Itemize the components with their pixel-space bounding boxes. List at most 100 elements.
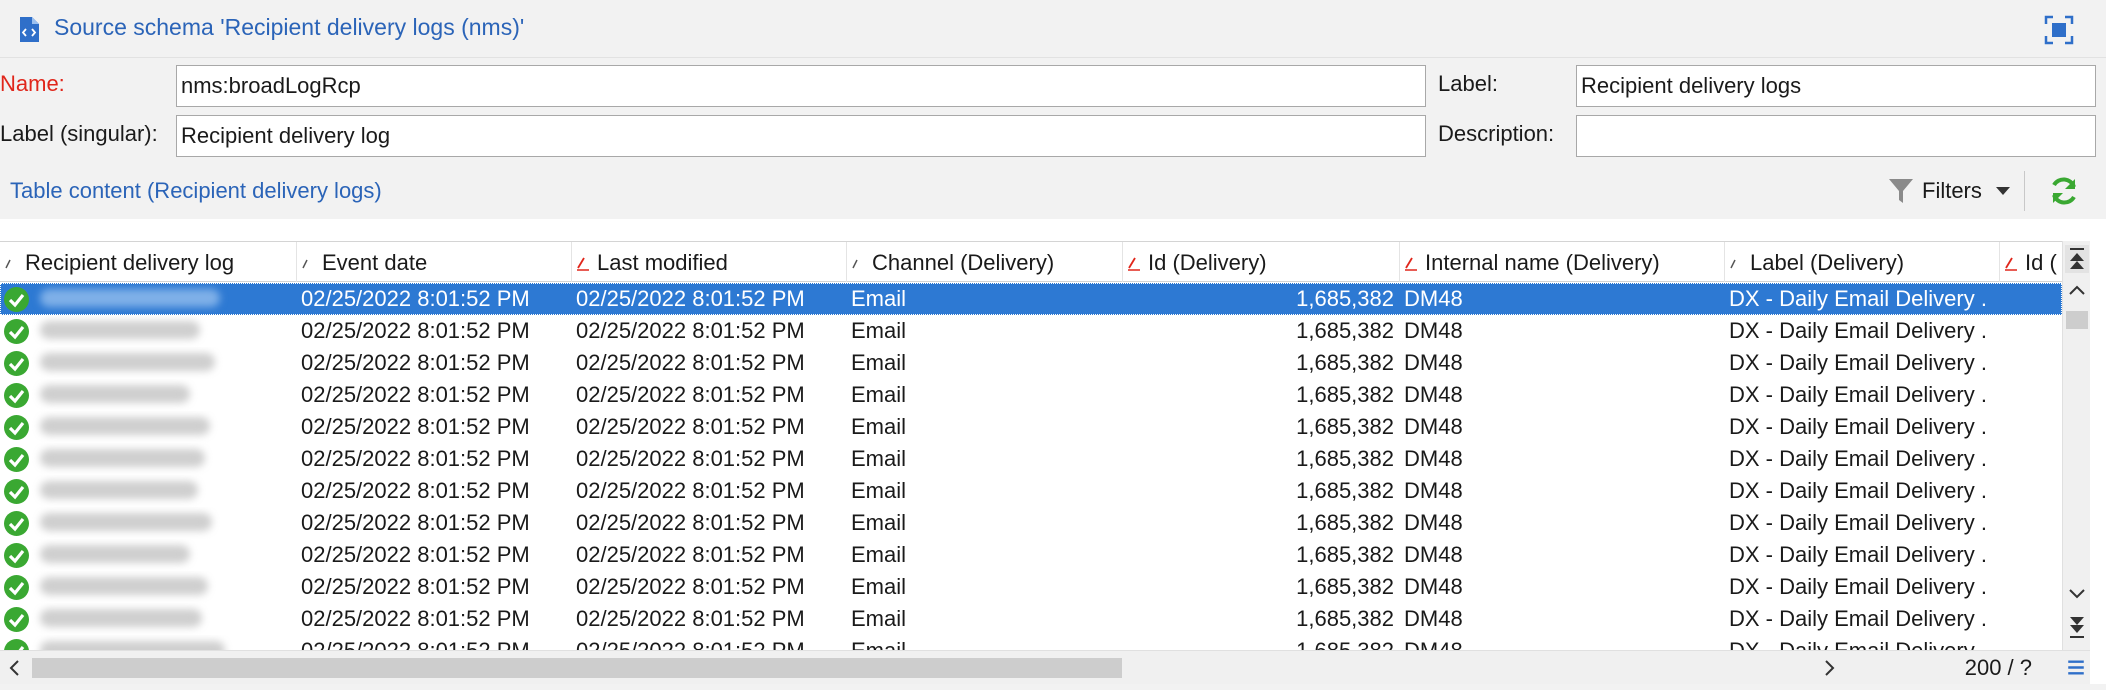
vertical-scrollbar[interactable] bbox=[2062, 241, 2090, 650]
redacted-recipient bbox=[40, 577, 208, 595]
cell-internal-name: DM48 bbox=[1404, 478, 1463, 503]
data-grid: Recipient delivery log Event date Last m… bbox=[0, 241, 2090, 650]
redacted-recipient bbox=[40, 289, 220, 307]
column-header-channel[interactable]: Channel (Delivery) bbox=[847, 242, 1123, 282]
grid-body: 02/25/2022 8:01:52 PM 02/25/2022 8:01:52 … bbox=[0, 283, 2062, 650]
cell-recipient bbox=[0, 379, 297, 411]
cell-event-date: 02/25/2022 8:01:52 PM bbox=[301, 382, 530, 407]
column-header-internal-name[interactable]: Internal name (Delivery) bbox=[1400, 242, 1725, 282]
cell-last-modified: 02/25/2022 8:01:52 PM bbox=[576, 382, 805, 407]
cell-delivery-label: DX - Daily Email Delivery . bbox=[1729, 606, 1987, 631]
scroll-up-icon[interactable] bbox=[2065, 279, 2089, 303]
redacted-recipient bbox=[40, 417, 210, 435]
cell-channel: Email bbox=[851, 318, 907, 343]
scroll-down-icon[interactable] bbox=[2065, 581, 2089, 605]
cell-internal-name: DM48 bbox=[1404, 446, 1463, 471]
cell-last-modified: 02/25/2022 8:01:52 PM bbox=[576, 414, 805, 439]
horizontal-scroll-thumb[interactable] bbox=[32, 658, 1122, 678]
column-header-delivery-label[interactable]: Label (Delivery) bbox=[1725, 242, 2000, 282]
toolbar-separator bbox=[2024, 171, 2025, 211]
sort-icon bbox=[1405, 257, 1417, 271]
scroll-to-bottom-icon[interactable] bbox=[2065, 613, 2089, 641]
sort-icon bbox=[1128, 257, 1140, 271]
cell-event-date: 02/25/2022 8:01:52 PM bbox=[297, 635, 572, 650]
cell-last-modified: 02/25/2022 8:01:52 PM bbox=[576, 318, 805, 343]
cell-event-date: 02/25/2022 8:01:52 PM bbox=[301, 478, 530, 503]
cell-last-modified: 02/25/2022 8:01:52 PM bbox=[576, 478, 805, 503]
cell-recipient bbox=[0, 635, 297, 650]
cell-recipient bbox=[0, 603, 297, 635]
cell-last-modified: 02/25/2022 8:01:52 PM bbox=[576, 350, 805, 375]
scroll-right-icon[interactable] bbox=[1818, 657, 1840, 679]
table-row[interactable]: 02/25/2022 8:01:52 PM 02/25/2022 8:01:52 … bbox=[0, 603, 2062, 635]
cell-delivery-label: DX - Daily Email Delivery . bbox=[1729, 414, 1987, 439]
table-row[interactable]: 02/25/2022 8:01:52 PM 02/25/2022 8:01:52 … bbox=[0, 315, 2062, 347]
table-row[interactable]: 02/25/2022 8:01:52 PM02/25/2022 8:01:52 … bbox=[0, 507, 2062, 539]
table-row[interactable]: 02/25/2022 8:01:52 PM 02/25/2022 8:01:52 … bbox=[0, 379, 2062, 411]
horizontal-scrollbar[interactable] bbox=[0, 650, 1850, 684]
redacted-recipient bbox=[40, 513, 212, 531]
cell-last-modified: 02/25/2022 8:01:52 PM bbox=[576, 606, 805, 631]
table-section-bar: Table content (Recipient delivery logs) … bbox=[0, 163, 2106, 219]
sort-icon bbox=[302, 259, 308, 269]
success-check-icon bbox=[4, 511, 29, 536]
scroll-to-top-icon[interactable] bbox=[2065, 245, 2089, 273]
table-row[interactable]: 02/25/2022 8:01:52 PM02/25/2022 8:01:52 … bbox=[0, 539, 2062, 571]
column-header-last-modified[interactable]: Last modified bbox=[572, 242, 847, 282]
sort-icon bbox=[1730, 259, 1736, 269]
success-check-icon bbox=[4, 447, 29, 472]
table-content-title[interactable]: Table content (Recipient delivery logs) bbox=[10, 178, 382, 204]
scroll-left-icon[interactable] bbox=[4, 657, 26, 679]
table-row[interactable]: 02/25/2022 8:01:52 PM02/25/2022 8:01:52 … bbox=[0, 635, 2062, 650]
cell-event-date: 02/25/2022 8:01:52 PM bbox=[301, 510, 530, 535]
label-field[interactable]: Recipient delivery logs bbox=[1576, 65, 2096, 107]
funnel-icon bbox=[1889, 179, 1913, 203]
column-header-recipient[interactable]: Recipient delivery log bbox=[0, 242, 297, 282]
cell-event-date: 02/25/2022 8:01:52 PM bbox=[301, 606, 530, 631]
success-check-icon bbox=[4, 543, 29, 568]
table-row[interactable]: 02/25/2022 8:01:52 PM 02/25/2022 8:01:52 … bbox=[0, 475, 2062, 507]
table-row[interactable]: 02/25/2022 8:01:52 PM02/25/2022 8:01:52 … bbox=[0, 347, 2062, 379]
cell-last-modified: 02/25/2022 8:01:52 PM bbox=[576, 446, 805, 471]
table-row[interactable]: 02/25/2022 8:01:52 PM02/25/2022 8:01:52 … bbox=[0, 283, 2062, 315]
name-field[interactable]: nms:broadLogRcp bbox=[176, 65, 1426, 107]
column-header-id-partial[interactable]: Id ( bbox=[2000, 242, 2062, 282]
cell-internal-name: DM48 bbox=[1404, 606, 1463, 631]
cell-delivery-id: 1,685,382 bbox=[1296, 606, 1394, 631]
redacted-recipient bbox=[40, 385, 190, 403]
singular-field[interactable]: Recipient delivery log bbox=[176, 115, 1426, 157]
vertical-scroll-thumb[interactable] bbox=[2066, 311, 2088, 329]
cell-delivery-label: DX - Daily Email Delivery . bbox=[1729, 382, 1987, 407]
cell-recipient bbox=[0, 315, 297, 347]
success-check-icon bbox=[4, 287, 29, 312]
cell-delivery-id: 1,685,382 bbox=[1296, 350, 1394, 375]
column-label: Event date bbox=[322, 250, 428, 275]
cell-delivery-label: DX - Daily Email Delivery . bbox=[1729, 478, 1987, 503]
success-check-icon bbox=[4, 479, 29, 504]
column-header-event-date[interactable]: Event date bbox=[297, 242, 572, 282]
sort-icon bbox=[2005, 257, 2017, 271]
cell-last-modified: 02/25/2022 8:01:52 PM bbox=[572, 635, 847, 650]
cell-internal-name: DM48 bbox=[1404, 318, 1463, 343]
redacted-recipient bbox=[40, 353, 215, 371]
redacted-recipient bbox=[40, 321, 200, 339]
filters-button[interactable]: Filters bbox=[1888, 173, 2010, 209]
cell-last-modified: 02/25/2022 8:01:52 PM bbox=[576, 286, 805, 311]
description-label: Description: bbox=[1438, 121, 1555, 146]
cell-channel: Email bbox=[851, 446, 907, 471]
column-menu-icon[interactable] bbox=[2062, 650, 2090, 684]
description-field[interactable] bbox=[1576, 115, 2096, 157]
table-row[interactable]: 02/25/2022 8:01:52 PM02/25/2022 8:01:52 … bbox=[0, 571, 2062, 603]
maximize-icon[interactable] bbox=[2044, 15, 2074, 45]
cell-recipient bbox=[0, 347, 297, 379]
table-row[interactable]: 02/25/2022 8:01:52 PM02/25/2022 8:01:52 … bbox=[0, 443, 2062, 475]
redacted-recipient bbox=[40, 449, 205, 467]
cell-event-date: 02/25/2022 8:01:52 PM bbox=[301, 318, 530, 343]
cell-delivery-id: 1,685,382 bbox=[1296, 414, 1394, 439]
table-row[interactable]: 02/25/2022 8:01:52 PM02/25/2022 8:01:52 … bbox=[0, 411, 2062, 443]
refresh-icon[interactable] bbox=[2048, 175, 2080, 207]
label-label: Label: bbox=[1438, 71, 1498, 96]
success-check-icon bbox=[4, 383, 29, 408]
column-header-delivery-id[interactable]: Id (Delivery) bbox=[1123, 242, 1400, 282]
cell-internal-name: DM48 bbox=[1404, 350, 1463, 375]
